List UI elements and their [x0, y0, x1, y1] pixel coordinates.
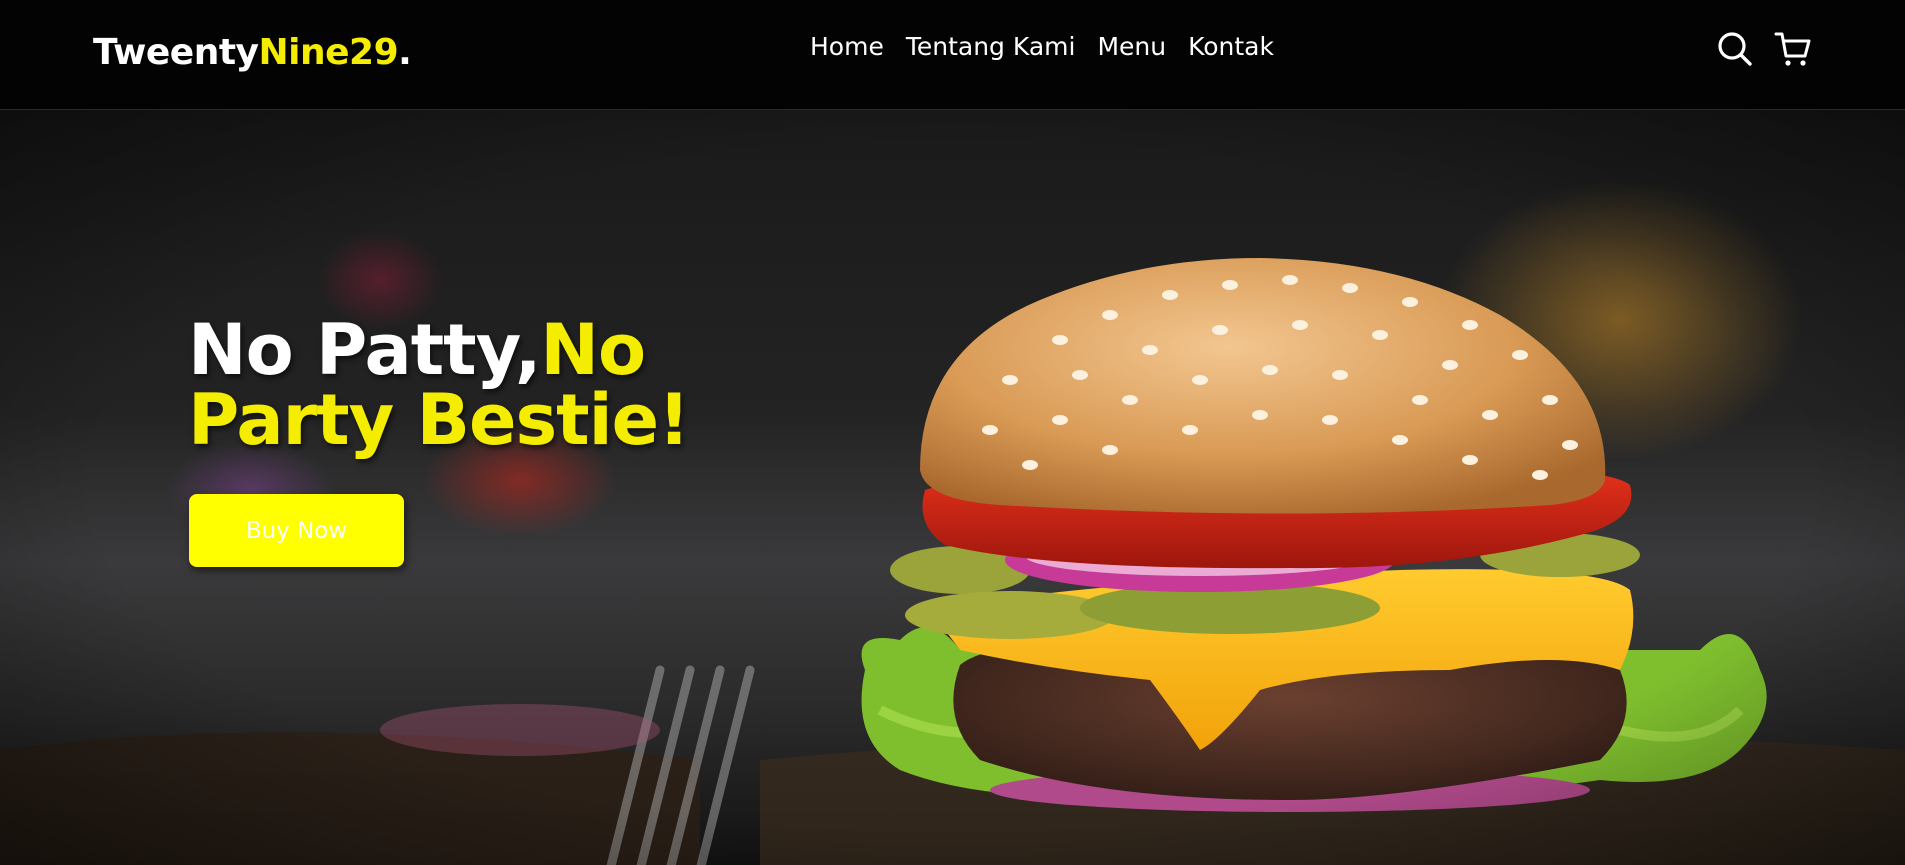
cart-icon[interactable]	[1774, 30, 1812, 68]
nav-link-menu[interactable]: Menu	[1097, 32, 1166, 61]
burger-photo	[0, 110, 1905, 865]
hero-section: No Patty,No Party Bestie! Buy Now	[0, 110, 1905, 865]
search-icon[interactable]	[1716, 30, 1754, 68]
brand-dot: .	[398, 32, 412, 73]
nav-link-kontak[interactable]: Kontak	[1188, 32, 1274, 61]
buy-now-button[interactable]: Buy Now	[189, 494, 404, 567]
nav-links: Home Tentang Kami Menu Kontak	[810, 32, 1274, 61]
nav-link-home[interactable]: Home	[810, 32, 884, 61]
brand-logo[interactable]: TweentyNine29.	[93, 32, 412, 73]
nav-icons	[1716, 30, 1812, 68]
nav-link-tentang-kami[interactable]: Tentang Kami	[906, 32, 1076, 61]
navbar: TweentyNine29. Home Tentang Kami Menu Ko…	[0, 0, 1905, 110]
brand-name-yellow: Nine29	[258, 32, 399, 73]
headline-line2: Party Bestie!	[188, 379, 690, 461]
brand-name-white: Tweenty	[93, 32, 259, 73]
hero-headline: No Patty,No Party Bestie!	[188, 315, 690, 455]
